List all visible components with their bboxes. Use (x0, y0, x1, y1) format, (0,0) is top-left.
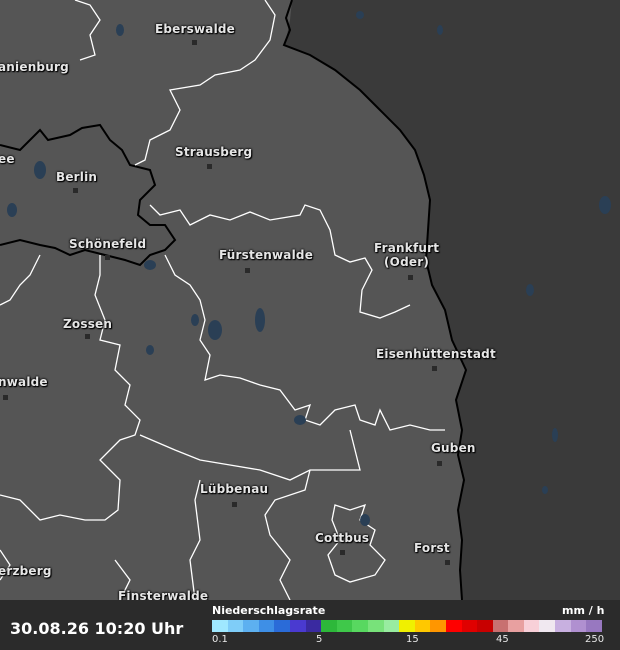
color-swatch (399, 620, 415, 632)
color-swatch (508, 620, 524, 632)
city-marker (207, 164, 212, 169)
color-swatch (477, 620, 493, 632)
city-label: Guben (431, 441, 476, 455)
color-swatch (305, 620, 322, 632)
color-swatch (461, 620, 478, 632)
city-label: Schönefeld (69, 237, 147, 251)
color-swatch (555, 620, 571, 632)
color-swatch (430, 620, 446, 632)
city-label: Strausberg (175, 145, 253, 159)
city-label: (Oder) (384, 255, 430, 269)
city-marker (245, 268, 250, 273)
city-marker (85, 334, 90, 339)
color-swatch (367, 620, 384, 632)
color-swatch (274, 620, 290, 632)
city-marker (408, 275, 413, 280)
legend-unit: mm / h (562, 604, 605, 617)
color-swatch (570, 620, 587, 632)
color-swatch (227, 620, 244, 632)
legend-bar-panel: 30.08.26 10:20 Uhr Niederschlagsrate mm … (0, 600, 620, 650)
poland-region (285, 0, 620, 600)
color-swatch (492, 620, 509, 632)
timestamp: 30.08.26 10:20 Uhr (10, 619, 184, 638)
city-marker (73, 188, 78, 193)
color-swatch (414, 620, 431, 632)
legend-tick: 45 (496, 634, 509, 645)
color-scale (212, 620, 602, 632)
legend-tick: 250 (585, 634, 605, 645)
city-marker (232, 502, 237, 507)
legend-tick: 5 (316, 634, 323, 645)
city-label: anienburg (0, 60, 69, 74)
city-label: Lübbenau (200, 482, 269, 496)
legend-tick: 0.1 (212, 634, 228, 645)
color-swatch (539, 620, 556, 632)
color-swatch (321, 620, 337, 632)
color-swatch (258, 620, 275, 632)
color-swatch (383, 620, 400, 632)
city-marker (437, 461, 442, 466)
city-label: Eberswalde (155, 22, 236, 36)
map[interactable]: Eberswalde anienburg Strausberg ee Berli… (0, 0, 620, 650)
legend-title: Niederschlagsrate (212, 604, 326, 617)
color-swatch (212, 620, 228, 632)
city-label: Berlin (56, 170, 98, 184)
city-label: Cottbus (315, 531, 370, 545)
city-marker (445, 560, 450, 565)
city-marker (432, 366, 437, 371)
city-label: Frankfurt (374, 241, 440, 255)
color-swatch (336, 620, 353, 632)
city-label: Eisenhüttenstadt (376, 347, 496, 361)
color-swatch (352, 620, 368, 632)
city-marker (105, 255, 110, 260)
legend-tick: 15 (406, 634, 419, 645)
city-marker (192, 40, 197, 45)
city-marker (3, 395, 8, 400)
city-marker (340, 550, 345, 555)
city-label: ee (0, 152, 15, 166)
city-label: Forst (414, 541, 450, 555)
color-swatch (523, 620, 540, 632)
color-swatch (586, 620, 602, 632)
city-label: erzberg (0, 564, 52, 578)
city-label: Zossen (63, 317, 113, 331)
city-label: nwalde (0, 375, 48, 389)
color-swatch (289, 620, 306, 632)
city-label: Fürstenwalde (219, 248, 314, 262)
color-swatch (243, 620, 259, 632)
color-swatch (445, 620, 462, 632)
